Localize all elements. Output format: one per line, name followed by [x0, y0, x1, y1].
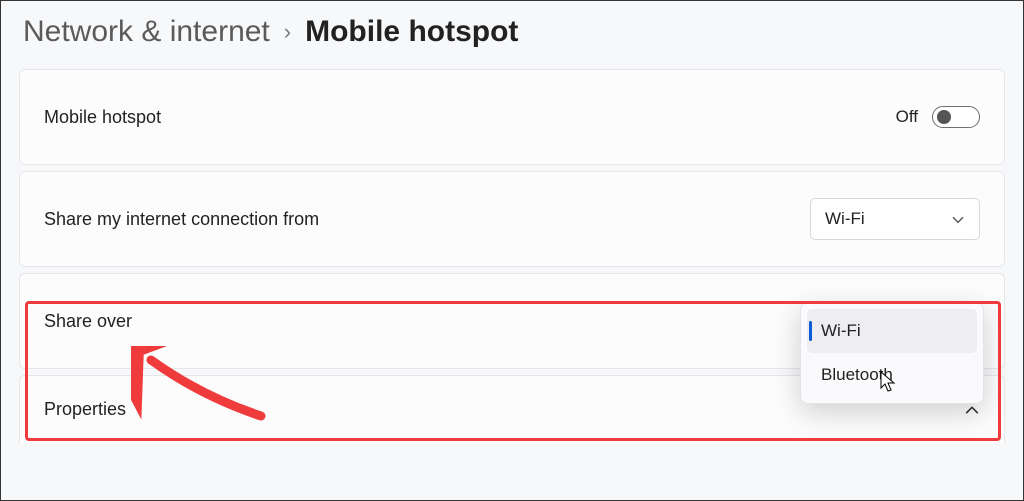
chevron-right-icon: ›: [284, 19, 291, 45]
breadcrumb-parent[interactable]: Network & internet: [23, 15, 270, 49]
share-over-label: Share over: [44, 311, 132, 332]
share-from-value: Wi-Fi: [825, 209, 865, 229]
properties-label: Properties: [44, 399, 126, 420]
breadcrumb: Network & internet › Mobile hotspot: [1, 1, 1023, 69]
share-from-label: Share my internet connection from: [44, 209, 319, 230]
dropdown-option-wifi[interactable]: Wi-Fi: [807, 309, 977, 353]
dropdown-option-label: Wi-Fi: [821, 321, 861, 340]
toggle-knob-icon: [937, 110, 951, 124]
dropdown-option-label: Bluetooth: [821, 365, 893, 384]
hotspot-state-text: Off: [896, 107, 918, 127]
share-over-dropdown: Wi-Fi Bluetooth: [800, 302, 984, 404]
breadcrumb-current: Mobile hotspot: [305, 15, 518, 49]
hotspot-label: Mobile hotspot: [44, 107, 161, 128]
share-from-select[interactable]: Wi-Fi: [810, 198, 980, 240]
share-over-row: Share over Wi-Fi Bluetooth: [19, 273, 1005, 369]
chevron-down-icon: [951, 212, 965, 226]
hotspot-toggle-row: Mobile hotspot Off: [19, 69, 1005, 165]
dropdown-option-bluetooth[interactable]: Bluetooth: [807, 353, 977, 397]
hotspot-toggle[interactable]: [932, 106, 980, 128]
share-from-row: Share my internet connection from Wi-Fi: [19, 171, 1005, 267]
